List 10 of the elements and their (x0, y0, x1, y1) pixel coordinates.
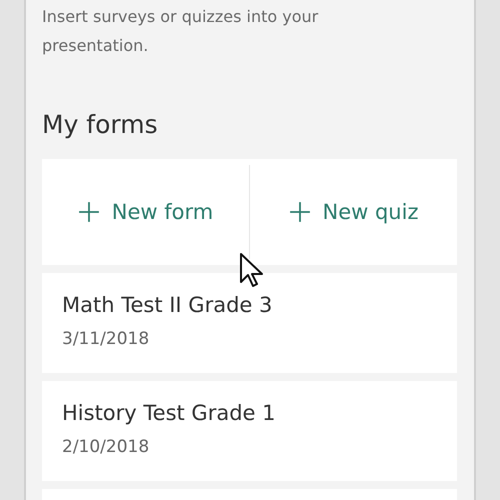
form-card[interactable]: History Test Grade 1 2/10/2018 (42, 381, 457, 481)
form-title: Math Test II Grade 3 (62, 293, 274, 317)
plus-icon (78, 201, 100, 223)
form-card[interactable]: Math Test II Grade 3 3/11/2018 (42, 273, 457, 373)
form-title: History Test Grade 1 (62, 401, 276, 425)
form-date: 3/11/2018 (62, 329, 150, 349)
description-text: Insert surveys or quizzes into your presentation. (42, 6, 320, 57)
form-date: 2/10/2018 (62, 437, 150, 457)
section-title: My forms (42, 110, 159, 139)
plus-icon (288, 201, 310, 223)
